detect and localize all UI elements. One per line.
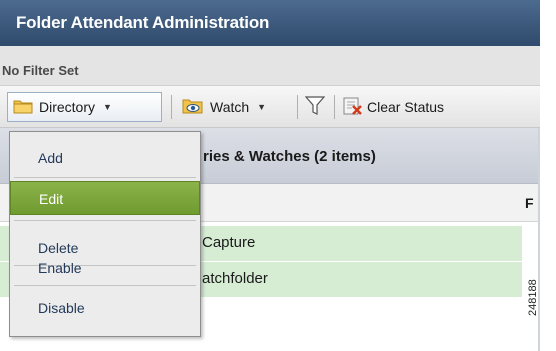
panel-border — [538, 128, 540, 351]
menu-item-label: Add — [38, 150, 63, 166]
menu-item-disable[interactable]: Disable — [10, 291, 200, 325]
figure-id-label: 248188 — [527, 279, 539, 316]
menu-separator — [14, 177, 196, 178]
chevron-down-icon[interactable]: ▼ — [103, 102, 112, 112]
filter-icon — [304, 95, 326, 120]
clear-status-label: Clear Status — [367, 99, 445, 115]
watch-label: Watch — [210, 99, 250, 115]
column-header-label[interactable]: F — [525, 195, 534, 211]
toolbar-separator — [297, 95, 298, 119]
clear-status-button[interactable]: Clear Status — [342, 92, 444, 122]
row-name: atchfolder — [202, 270, 268, 287]
list-header-title: ries & Watches (2 items) — [203, 148, 376, 165]
figure-id: 248188 — [527, 279, 539, 316]
toolbar-separator — [171, 95, 172, 119]
toolbar-separator — [334, 95, 335, 119]
toolbar: Directory ▼ Watch ▼ Clear Status — [0, 86, 540, 128]
filter-button[interactable] — [304, 92, 326, 122]
menu-item-label: Enable — [38, 260, 82, 276]
clear-status-icon — [342, 96, 364, 119]
chevron-down-icon[interactable]: ▼ — [257, 102, 266, 112]
folder-icon — [13, 98, 33, 117]
app-title: Folder Attendant Administration — [16, 13, 270, 32]
directory-dropdown-button[interactable]: Directory ▼ — [7, 92, 162, 122]
menu-item-enable[interactable]: Enable — [10, 251, 200, 285]
directory-label: Directory — [39, 99, 96, 115]
menu-item-label: Edit — [39, 191, 64, 207]
menu-separator — [14, 285, 196, 286]
menu-separator — [14, 220, 196, 221]
filter-status-text: No Filter Set — [2, 63, 79, 78]
app-title-bar: Folder Attendant Administration — [0, 0, 540, 46]
menu-item-edit[interactable]: Edit — [10, 181, 200, 215]
filter-status-bar: No Filter Set — [0, 46, 540, 86]
directory-dropdown-menu: Add Edit Delete Enable Disable — [9, 131, 201, 337]
menu-item-add[interactable]: Add — [10, 141, 200, 175]
watch-folder-icon — [182, 97, 204, 118]
row-name: Capture — [202, 234, 256, 251]
menu-item-label: Disable — [38, 300, 85, 316]
watch-dropdown-button[interactable]: Watch ▼ — [180, 92, 266, 122]
